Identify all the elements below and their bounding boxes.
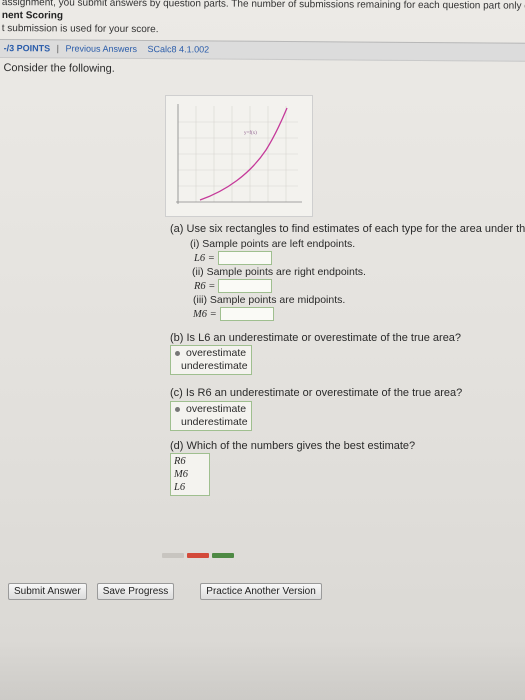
part-c-options: overestimate underestimate: [170, 401, 252, 431]
l6-answer-input[interactable]: [217, 251, 272, 265]
part-a-ii-label: (ii) Sample points are right endpoints.: [192, 266, 366, 278]
points-label: -/3 POINTS: [3, 43, 51, 54]
content: assignment, you submit answers by questi…: [0, 0, 525, 78]
part-a-iii-label: (iii) Sample points are midpoints.: [193, 294, 346, 306]
action-buttons: Submit Answer Save Progress Practice Ano…: [8, 583, 322, 600]
r6-answer-input[interactable]: [218, 279, 273, 293]
part-d-option-m6[interactable]: M6: [174, 468, 206, 481]
help-tags: [162, 553, 234, 558]
part-b-option-overestimate[interactable]: overestimate: [175, 347, 247, 360]
part-c-option-underestimate[interactable]: underestimate: [175, 416, 248, 429]
l6-variable: L6 =: [194, 252, 215, 264]
submit-answer-button[interactable]: Submit Answer: [8, 583, 87, 600]
separator: |: [56, 43, 60, 54]
radio-button[interactable]: [175, 351, 180, 356]
part-b-options: overestimate underestimate: [170, 345, 252, 375]
part-a-i-label: (i) Sample points are left endpoints.: [190, 238, 356, 250]
m6-answer-input[interactable]: [219, 307, 274, 321]
part-a-prompt: (a) Use six rectangles to find estimates…: [170, 223, 525, 235]
part-b-prompt: (b) Is L6 an underestimate or overestima…: [170, 332, 462, 344]
part-d-option-l6[interactable]: L6: [174, 481, 206, 494]
assignment-page: assignment, you submit answers by questi…: [0, 0, 525, 700]
curve-label: y=f(x): [244, 131, 257, 136]
part-b-option-underestimate[interactable]: underestimate: [175, 360, 248, 373]
save-progress-button[interactable]: Save Progress: [96, 583, 175, 600]
help-tag[interactable]: [162, 553, 184, 558]
part-a-iii-row: M6 =: [193, 307, 274, 321]
part-a-i-row: L6 =: [194, 251, 272, 265]
part-a-ii-row: R6 =: [194, 279, 273, 293]
part-d-options: R6 M6 L6: [170, 453, 210, 496]
consider-text: Consider the following.: [3, 62, 115, 75]
function-graph: y=f(x): [165, 95, 313, 217]
previous-answers-link[interactable]: Previous Answers: [65, 43, 137, 53]
part-c-prompt: (c) Is R6 an underestimate or overestima…: [170, 387, 463, 399]
graph-svg: y=f(x): [176, 104, 302, 204]
intro-line-2: t submission is used for your score.: [1, 23, 159, 36]
practice-another-version-button[interactable]: Practice Another Version: [200, 583, 322, 600]
help-tag-red[interactable]: [187, 553, 209, 558]
question-reference: SCalc8 4.1.002: [147, 44, 210, 55]
m6-variable: M6 =: [193, 308, 217, 320]
shadow-overlay: [0, 640, 525, 700]
part-d-option-r6[interactable]: R6: [174, 455, 206, 468]
part-d-prompt: (d) Which of the numbers gives the best …: [170, 440, 416, 452]
radio-button[interactable]: [175, 407, 180, 412]
part-c-option-overestimate[interactable]: overestimate: [175, 403, 247, 416]
r6-variable: R6 =: [194, 280, 216, 292]
help-tag-green[interactable]: [212, 553, 234, 558]
